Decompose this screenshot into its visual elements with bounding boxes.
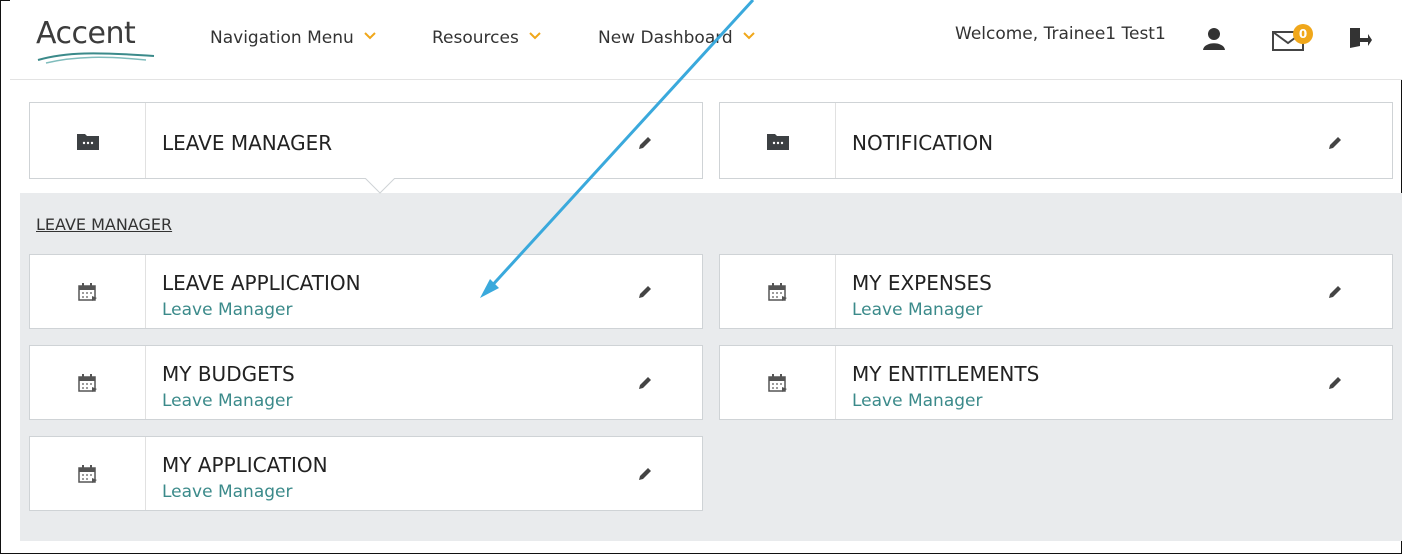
card-title: MY ENTITLEMENTS [852,362,1040,386]
nav-new-dashboard[interactable]: New Dashboard [598,28,755,48]
card-title: LEAVE MANAGER [162,131,333,155]
calendar-icon [77,373,97,392]
edit-pencil-icon[interactable] [1326,283,1344,301]
card-title: NOTIFICATION [852,131,994,155]
logo-swoosh-icon [37,52,155,64]
top-header: Accent Navigation Menu Resources New Das… [10,0,1402,80]
folder-icon [76,133,99,150]
nav-label: Resources [432,28,519,48]
logout-icon[interactable] [1348,26,1372,50]
chevron-down-icon [529,32,541,40]
card-icon-cell [720,255,836,328]
card-my-budgets[interactable]: MY BUDGETS Leave Manager [29,345,703,420]
accent-logo[interactable]: Accent [36,16,156,66]
folder-icon [766,133,789,150]
edit-pencil-icon[interactable] [636,134,654,152]
edit-pencil-icon[interactable] [636,465,654,483]
card-icon-cell [720,103,836,178]
calendar-icon [767,373,787,392]
welcome-text: Welcome, Trainee1 Test1 [955,24,1166,44]
card-subtitle: Leave Manager [162,482,293,502]
card-subtitle: Leave Manager [162,300,293,320]
card-icon-cell [30,346,146,419]
calendar-icon [767,282,787,301]
panel-pointer [365,178,395,194]
card-my-application[interactable]: MY APPLICATION Leave Manager [29,436,703,511]
card-icon-cell [30,437,146,510]
card-subtitle: Leave Manager [852,300,983,320]
card-title: MY BUDGETS [162,362,295,386]
chevron-down-icon [364,32,376,40]
nav-resources[interactable]: Resources [432,28,541,48]
mail-count-badge: 0 [1293,24,1313,44]
card-my-expenses[interactable]: MY EXPENSES Leave Manager [719,254,1393,329]
edit-pencil-icon[interactable] [636,374,654,392]
chevron-down-icon [743,32,755,40]
logo-text: Accent [36,16,136,51]
calendar-icon [77,282,97,301]
card-icon-cell [30,103,146,178]
edit-pencil-icon[interactable] [1326,134,1344,152]
calendar-icon [77,464,97,483]
user-icon[interactable] [1202,26,1226,50]
card-subtitle: Leave Manager [852,391,983,411]
nav-label: New Dashboard [598,28,733,48]
card-icon-cell [720,346,836,419]
card-leave-application[interactable]: LEAVE APPLICATION Leave Manager [29,254,703,329]
card-my-entitlements[interactable]: MY ENTITLEMENTS Leave Manager [719,345,1393,420]
card-icon-cell [30,255,146,328]
card-notification[interactable]: NOTIFICATION [719,102,1393,179]
panel-heading-link[interactable]: LEAVE MANAGER [36,215,172,234]
card-title: LEAVE APPLICATION [162,271,361,295]
card-title: MY APPLICATION [162,453,328,477]
edit-pencil-icon[interactable] [636,283,654,301]
card-title: MY EXPENSES [852,271,992,295]
card-subtitle: Leave Manager [162,391,293,411]
nav-label: Navigation Menu [210,28,354,48]
card-leave-manager[interactable]: LEAVE MANAGER [29,102,703,179]
edit-pencil-icon[interactable] [1326,374,1344,392]
nav-navigation-menu[interactable]: Navigation Menu [210,28,376,48]
